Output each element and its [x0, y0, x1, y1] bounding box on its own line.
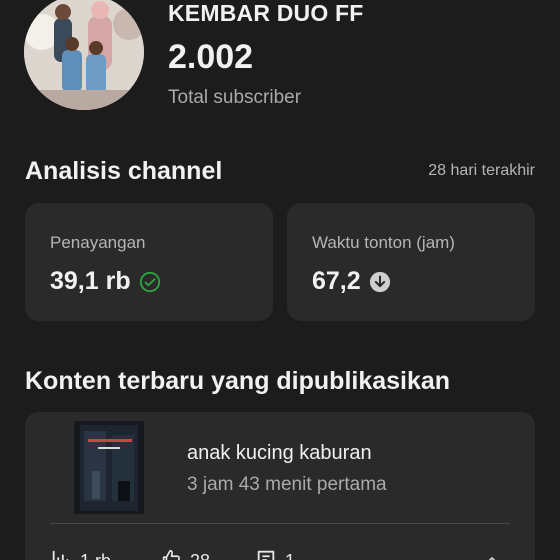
watch-time-card[interactable]: Waktu tonton (jam) 67,2 [287, 203, 535, 321]
views-value: 39,1 rb [50, 267, 131, 295]
family-photo [24, 0, 144, 110]
recent-video-card[interactable]: anak kucing kaburan 3 jam 43 menit perta… [25, 412, 535, 560]
thumbs-up-icon [160, 548, 182, 560]
likes-metric-value: 28 [190, 551, 210, 560]
subscriber-count: 2.002 [168, 38, 254, 76]
channel-name: KEMBAR DUO FF [168, 0, 364, 26]
channel-avatar[interactable] [24, 0, 144, 110]
analytics-title: Analisis channel [25, 157, 223, 185]
check-circle-icon [139, 271, 161, 293]
video-title[interactable]: anak kucing kaburan [187, 442, 372, 465]
views-label: Penayangan [50, 233, 146, 252]
recent-content-title: Konten terbaru yang dipublikasikan [25, 367, 451, 395]
video-thumbnail[interactable] [74, 421, 144, 514]
comment-icon [255, 548, 277, 560]
views-card[interactable]: Penayangan 39,1 rb [25, 203, 273, 321]
video-time-window: 3 jam 43 menit pertama [187, 474, 387, 495]
analytics-period: 28 hari terakhir [428, 162, 535, 179]
arrow-down-circle-icon [369, 271, 391, 293]
likes-metric: 28 [160, 548, 210, 560]
views-metric-value: 1 rb [80, 551, 111, 560]
chevron-up-icon[interactable] [483, 552, 501, 560]
watch-time-label: Waktu tonton (jam) [312, 233, 455, 252]
comments-metric-value: 1 [285, 551, 295, 560]
divider [50, 523, 510, 524]
views-metric: 1 rb [50, 548, 111, 560]
watch-time-value: 67,2 [312, 267, 361, 295]
comments-metric: 1 [255, 548, 295, 560]
bar-chart-icon [50, 548, 72, 560]
subscriber-label: Total subscriber [168, 87, 302, 108]
